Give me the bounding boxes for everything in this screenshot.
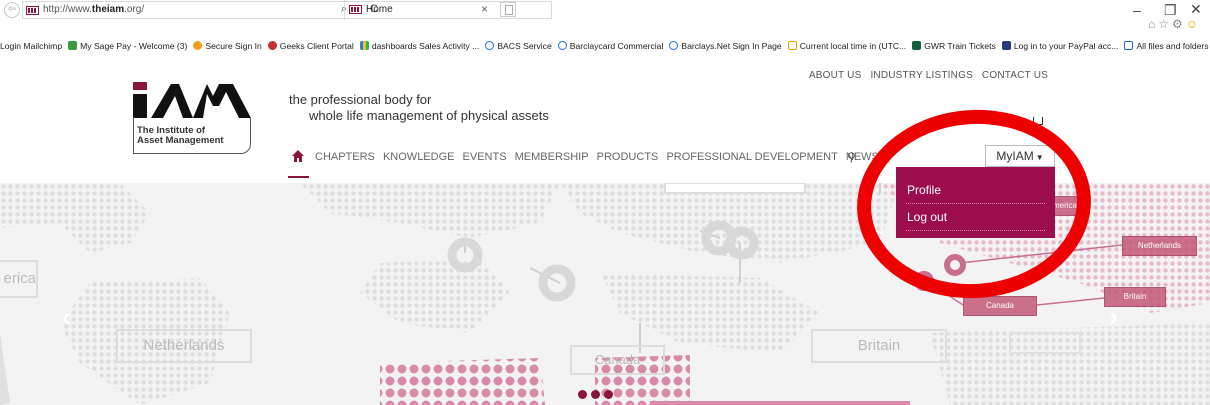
menu-item-profile[interactable]: Profile: [907, 183, 941, 197]
favorite-link[interactable]: BACS Service: [485, 41, 552, 51]
carousel-prev-icon[interactable]: ‹: [62, 301, 71, 333]
home-icon[interactable]: ⌂: [1148, 17, 1158, 31]
map-label-netherlands: Netherlands: [116, 329, 252, 363]
logo-caption: The Institute of Asset Management: [133, 117, 251, 154]
favorite-ie-icon: [485, 41, 495, 50]
favorite-orange-icon: [193, 41, 203, 50]
carousel-dot-2[interactable]: [591, 390, 600, 399]
pink-label-canada: Canada: [963, 296, 1037, 316]
carousel-dot-3[interactable]: [604, 390, 613, 399]
favorite-bars-icon: [359, 41, 369, 50]
nav-professional-development[interactable]: PROFESSIONAL DEVELOPMENT: [666, 151, 837, 163]
link-contact-us[interactable]: CONTACT US: [982, 70, 1048, 81]
pink-label-netherlands: Netherlands: [1122, 236, 1197, 256]
favorite-ie-icon: [669, 41, 679, 50]
iam-logo-mark-icon: [133, 82, 251, 118]
tab-home[interactable]: Home ×: [344, 0, 494, 20]
favorite-gwr-icon: [912, 41, 922, 50]
back-button[interactable]: ⇦: [4, 2, 20, 18]
minimize-button[interactable]: –: [1133, 2, 1141, 18]
search-icon[interactable]: ⚲: [847, 150, 856, 164]
favorites-bar: Login Mailchimp My Sage Pay - Welcome (3)…: [0, 41, 1210, 58]
nav-knowledge[interactable]: KNOWLEDGE: [383, 151, 455, 163]
favorite-label: Secure Sign In: [205, 41, 262, 51]
favorite-link[interactable]: dashboards Sales Activity ...: [359, 41, 480, 51]
nav-membership[interactable]: MEMBERSHIP: [515, 151, 589, 163]
favorite-clock-icon: [787, 41, 797, 50]
site-favicon-icon: [26, 6, 39, 15]
favorite-green-icon: [68, 41, 78, 50]
tagline-line-1: the professional body for: [289, 92, 432, 107]
browser-window: { "browser": { "url_prefix": "http://www…: [0, 0, 1210, 405]
favorite-link[interactable]: Log in to your PayPal acc...: [1001, 41, 1119, 51]
cart-icon[interactable]: [1033, 117, 1043, 125]
favorite-pp-icon: [1001, 41, 1011, 50]
favorite-ie-icon: [557, 41, 567, 50]
home-nav-icon[interactable]: [292, 150, 304, 162]
close-window-button[interactable]: ✕: [1190, 1, 1202, 18]
tab-title: Home: [366, 4, 393, 15]
favorite-link[interactable]: All files and folders - Box: [1124, 41, 1210, 51]
favorite-label: Current local time in (UTC...: [799, 41, 907, 51]
cart-count[interactable]: 0 items: [989, 114, 1028, 128]
favorite-box-icon: [1124, 41, 1134, 50]
main-nav: CHAPTERS KNOWLEDGE EVENTS MEMBERSHIP PRO…: [315, 151, 884, 163]
menu-divider: [906, 230, 1045, 231]
myiam-dropdown-menu: Profile Log out: [896, 167, 1055, 238]
menu-item-log-out[interactable]: Log out: [907, 210, 947, 224]
nav-events[interactable]: EVENTS: [463, 151, 507, 163]
favorite-link[interactable]: Barclays.Net Sign In Page: [669, 41, 782, 51]
carousel-dot-1[interactable]: [578, 390, 587, 399]
favorite-label: dashboards Sales Activity ...: [371, 41, 480, 51]
smiley-icon[interactable]: ☺: [1186, 17, 1201, 31]
link-about-us[interactable]: ABOUT US: [809, 70, 862, 81]
favorite-link[interactable]: Barclaycard Commercial: [557, 41, 664, 51]
favorite-link[interactable]: My Sage Pay - Welcome (3): [68, 41, 187, 51]
map-label-britain: Britain: [811, 329, 947, 363]
favorite-label: Log in to your PayPal acc...: [1013, 41, 1119, 51]
favorite-label: Login Mailchimp: [0, 41, 63, 51]
iam-logo[interactable]: The Institute of Asset Management: [133, 82, 251, 154]
carousel-next-icon[interactable]: ›: [1109, 301, 1118, 333]
new-tab-button[interactable]: [500, 2, 516, 17]
favorite-label: All files and folders - Box: [1136, 41, 1210, 51]
favorite-link[interactable]: Secure Sign In: [193, 41, 262, 51]
favorite-link[interactable]: Geeks Client Portal: [267, 41, 354, 51]
favorite-label: Geeks Client Portal: [279, 41, 354, 51]
favorite-label: My Sage Pay - Welcome (3): [80, 41, 188, 51]
carousel-indicators: [578, 386, 617, 404]
top-links: ABOUT US INDUSTRY LISTINGS CONTACT US: [803, 70, 1048, 81]
gear-icon[interactable]: ⚙: [1172, 17, 1186, 31]
favorite-red-icon: [267, 41, 277, 50]
favorite-label: BACS Service: [497, 41, 552, 51]
myiam-button[interactable]: MyIAM ▼: [985, 145, 1055, 167]
nav-chapters[interactable]: CHAPTERS: [315, 151, 375, 163]
favorite-label: GWR Train Tickets: [924, 41, 996, 51]
url-text: http://www.theiam.org/: [43, 4, 145, 15]
menu-divider: [906, 203, 1045, 204]
close-tab-icon[interactable]: ×: [481, 2, 488, 16]
browser-tools: ⌂☆⚙☺: [1148, 17, 1201, 31]
home-active-indicator: [288, 176, 309, 178]
logo-line-2: Asset Management: [137, 135, 224, 146]
favorite-link[interactable]: Login Mailchimp: [0, 41, 62, 51]
myiam-label: MyIAM: [996, 149, 1034, 163]
favorite-label: Barclays.Net Sign In Page: [681, 41, 782, 51]
tab-favicon-icon: [349, 5, 362, 14]
map-label-canada: Canada: [570, 345, 665, 375]
tagline-line-2: whole life management of physical assets: [309, 108, 549, 123]
favorite-label: Barclaycard Commercial: [569, 41, 664, 51]
caret-down-icon: ▼: [1035, 153, 1044, 162]
link-industry-listings[interactable]: INDUSTRY LISTINGS: [870, 70, 973, 81]
star-icon[interactable]: ☆: [1158, 17, 1172, 31]
favorite-link[interactable]: GWR Train Tickets: [912, 41, 996, 51]
favorite-link[interactable]: Current local time in (UTC...: [787, 41, 907, 51]
browser-toolbar: ⇦ http://www.theiam.org/ ⌕ ▾ C Home ×: [0, 0, 1210, 22]
nav-products[interactable]: PRODUCTS: [597, 151, 659, 163]
map-label-america: erica: [0, 260, 38, 298]
